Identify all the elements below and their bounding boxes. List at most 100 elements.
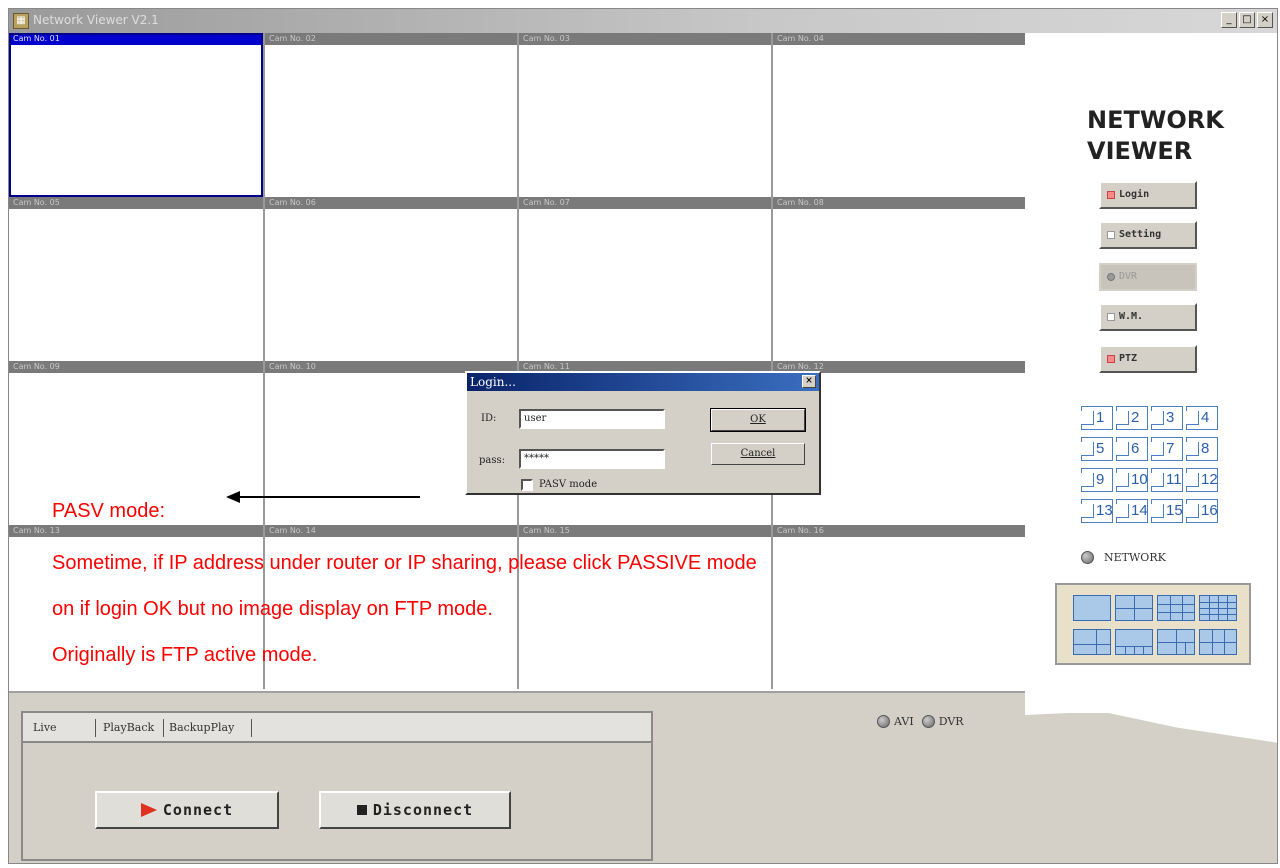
avi-status-icon bbox=[877, 715, 890, 728]
bottom-panel: Live PlayBack BackupPlay Connect Disconn… bbox=[9, 691, 1025, 863]
setting-indicator-icon bbox=[1107, 231, 1115, 239]
brand-logo: NETWORK VIEWER bbox=[1087, 105, 1224, 167]
channel-button-9[interactable]: 9 bbox=[1079, 465, 1114, 495]
layout-8-button[interactable] bbox=[1115, 629, 1153, 655]
minimize-button[interactable]: _ bbox=[1221, 12, 1237, 28]
camera-label: Cam No. 06 bbox=[265, 197, 517, 209]
layout-13-button[interactable] bbox=[1199, 629, 1237, 655]
camera-cell-16[interactable]: Cam No. 16 bbox=[771, 525, 1025, 689]
channel-button-1[interactable]: 1 bbox=[1079, 403, 1114, 433]
id-field[interactable]: user bbox=[519, 409, 665, 429]
camera-label: Cam No. 09 bbox=[9, 361, 263, 373]
maximize-button[interactable]: □ bbox=[1239, 12, 1255, 28]
annotation-line-2: on if login OK but no image display on F… bbox=[52, 598, 493, 620]
window-title: Network Viewer V2.1 bbox=[33, 13, 159, 27]
camera-label: Cam No. 14 bbox=[265, 525, 517, 537]
channel-button-11[interactable]: 11 bbox=[1149, 465, 1184, 495]
camera-cell-03[interactable]: Cam No. 03 bbox=[517, 33, 771, 197]
login-button[interactable]: Login bbox=[1099, 181, 1197, 209]
tab-divider bbox=[251, 719, 252, 737]
channel-button-15[interactable]: 15 bbox=[1149, 496, 1184, 526]
camera-cell-07[interactable]: Cam No. 07 bbox=[517, 197, 771, 361]
network-status-icon bbox=[1081, 551, 1094, 564]
annotation-arrow-icon bbox=[226, 491, 420, 503]
wm-button-label: W.M. bbox=[1119, 311, 1144, 322]
camera-label: Cam No. 03 bbox=[519, 33, 771, 45]
layout-1-button[interactable] bbox=[1073, 595, 1111, 621]
network-label: NETWORK bbox=[1104, 551, 1166, 564]
layout-16-button[interactable] bbox=[1199, 595, 1237, 621]
login-dialog: Login... × ID: user pass: ***** PASV mod… bbox=[465, 371, 821, 495]
camera-cell-08[interactable]: Cam No. 08 bbox=[771, 197, 1025, 361]
cancel-button[interactable]: Cancel bbox=[711, 443, 805, 465]
tab-playback[interactable]: PlayBack bbox=[103, 721, 154, 734]
layout-10-button[interactable] bbox=[1157, 629, 1195, 655]
layout-selector bbox=[1055, 583, 1251, 665]
ok-button[interactable]: OK bbox=[710, 408, 806, 432]
pass-label: pass: bbox=[479, 455, 505, 466]
tab-backupplay[interactable]: BackupPlay bbox=[169, 721, 234, 734]
channel-button-13[interactable]: 13 bbox=[1079, 496, 1114, 526]
camera-cell-02[interactable]: Cam No. 02 bbox=[263, 33, 517, 197]
channel-button-2[interactable]: 2 bbox=[1114, 403, 1149, 433]
layout-9-button[interactable] bbox=[1157, 595, 1195, 621]
channel-button-8[interactable]: 8 bbox=[1184, 434, 1219, 464]
pasv-mode-checkbox[interactable] bbox=[521, 479, 533, 491]
camera-label: Cam No. 01 bbox=[9, 33, 263, 45]
connect-button[interactable]: Connect bbox=[95, 791, 279, 829]
channel-button-16[interactable]: 16 bbox=[1184, 496, 1219, 526]
wm-indicator-icon bbox=[1107, 313, 1115, 321]
channel-button-14[interactable]: 14 bbox=[1114, 496, 1149, 526]
stop-icon bbox=[356, 805, 367, 815]
connect-label: Connect bbox=[162, 801, 234, 819]
tab-strip: Live PlayBack BackupPlay bbox=[23, 713, 651, 743]
layout-4-button[interactable] bbox=[1115, 595, 1153, 621]
dvr-label: DVR bbox=[938, 715, 964, 728]
window-controls: _ □ × bbox=[1221, 12, 1273, 28]
tab-divider bbox=[95, 719, 96, 737]
password-field[interactable]: ***** bbox=[519, 449, 665, 469]
camera-label: Cam No. 05 bbox=[9, 197, 263, 209]
avi-label: AVI bbox=[894, 715, 914, 728]
control-panel: NETWORK VIEWER Login Setting DVR W.M. PT… bbox=[1025, 33, 1277, 863]
camera-cell-01[interactable]: Cam No. 01 bbox=[9, 33, 263, 197]
dvr-button-label: DVR bbox=[1119, 271, 1138, 282]
disconnect-button[interactable]: Disconnect bbox=[319, 791, 511, 829]
channel-button-3[interactable]: 3 bbox=[1149, 403, 1184, 433]
title-bar[interactable]: ▦ Network Viewer V2.1 _ □ × bbox=[9, 9, 1277, 33]
channel-button-7[interactable]: 7 bbox=[1149, 434, 1184, 464]
camera-label: Cam No. 07 bbox=[519, 197, 771, 209]
wm-button[interactable]: W.M. bbox=[1099, 303, 1197, 331]
record-indicators: AVI DVR bbox=[877, 715, 964, 728]
camera-cell-15[interactable]: Cam No. 15 bbox=[517, 525, 771, 689]
close-button[interactable]: × bbox=[1257, 12, 1273, 28]
channel-button-4[interactable]: 4 bbox=[1184, 403, 1219, 433]
channel-button-12[interactable]: 12 bbox=[1184, 465, 1219, 495]
camera-label: Cam No. 16 bbox=[773, 525, 1025, 537]
play-icon bbox=[140, 803, 157, 817]
camera-cell-06[interactable]: Cam No. 06 bbox=[263, 197, 517, 361]
camera-cell-04[interactable]: Cam No. 04 bbox=[771, 33, 1025, 197]
channel-selector: 1 2 3 4 5 6 7 8 9 10 11 12 13 14 15 16 bbox=[1079, 403, 1219, 526]
id-label: ID: bbox=[481, 413, 497, 424]
layout-6-button[interactable] bbox=[1073, 629, 1111, 655]
ptz-indicator-icon bbox=[1107, 355, 1115, 363]
app-window: ▦ Network Viewer V2.1 _ □ × Cam No. 01 C… bbox=[8, 8, 1278, 864]
camera-label: Cam No. 13 bbox=[9, 525, 263, 537]
setting-button-label: Setting bbox=[1119, 229, 1162, 240]
dialog-title-bar[interactable]: Login... × bbox=[467, 373, 819, 391]
annotation-line-3: Originally is FTP active mode. bbox=[52, 644, 318, 666]
dvr-indicator-icon bbox=[1107, 273, 1115, 281]
camera-label: Cam No. 08 bbox=[773, 197, 1025, 209]
camera-cell-05[interactable]: Cam No. 05 bbox=[9, 197, 263, 361]
setting-button[interactable]: Setting bbox=[1099, 221, 1197, 249]
dvr-button[interactable]: DVR bbox=[1099, 263, 1197, 291]
channel-button-5[interactable]: 5 bbox=[1079, 434, 1114, 464]
dialog-close-button[interactable]: × bbox=[802, 375, 816, 388]
annotation-line-1: Sometime, if IP address under router or … bbox=[52, 552, 757, 574]
ptz-button[interactable]: PTZ bbox=[1099, 345, 1197, 373]
tab-live[interactable]: Live bbox=[33, 721, 57, 734]
login-button-label: Login bbox=[1119, 189, 1150, 200]
channel-button-10[interactable]: 10 bbox=[1114, 465, 1149, 495]
channel-button-6[interactable]: 6 bbox=[1114, 434, 1149, 464]
